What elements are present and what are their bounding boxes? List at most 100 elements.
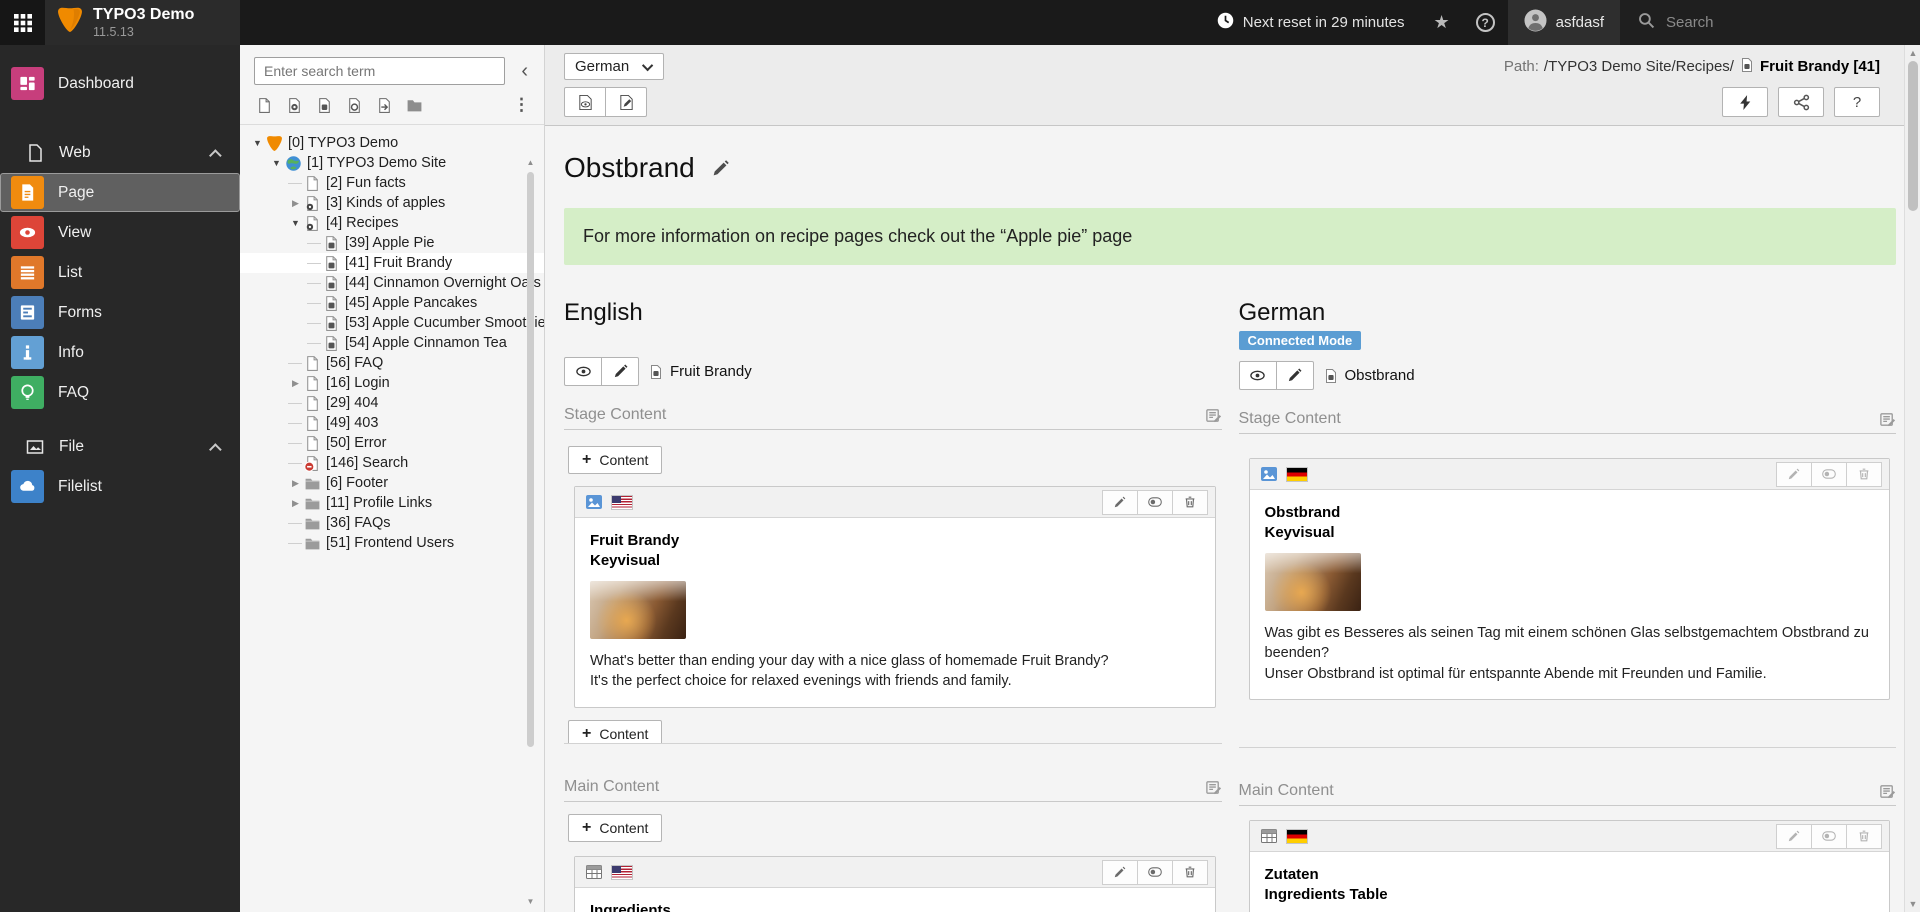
edit-page-german-button[interactable]	[1276, 361, 1314, 390]
tree-item[interactable]: [2] Fun facts	[240, 173, 544, 193]
tree-options-icon[interactable]: ⋮	[513, 95, 530, 115]
edit-content-button[interactable]	[1776, 824, 1812, 849]
tree-item[interactable]: [50] Error	[240, 433, 544, 453]
tree-item[interactable]: ▶[6] Footer	[240, 473, 544, 493]
caret-closed-icon[interactable]: ▶	[288, 378, 303, 389]
tree-item[interactable]: [54] Apple Cinnamon Tea	[240, 333, 544, 353]
sidebar-item-faq[interactable]: FAQ	[0, 373, 240, 412]
main-scrollbar-thumb[interactable]	[1908, 61, 1918, 211]
tree-item[interactable]: ▶[16] Login	[240, 373, 544, 393]
tree-item[interactable]: [39] Apple Pie	[240, 233, 544, 253]
tree-item[interactable]: ▶[11] Profile Links	[240, 493, 544, 513]
new-shortcut-page-button[interactable]	[286, 97, 303, 114]
toggle-visibility-button[interactable]	[1137, 860, 1173, 885]
scroll-up-icon[interactable]: ▲	[525, 158, 536, 167]
main-scrollbar[interactable]: ▲ ▼	[1904, 45, 1920, 912]
edit-page-english-button[interactable]	[601, 357, 639, 386]
delete-content-button[interactable]	[1846, 462, 1882, 487]
edit-content-button[interactable]	[1102, 490, 1138, 515]
content-element-stage-english[interactable]: Fruit Brandy Keyvisual What's better tha…	[574, 486, 1216, 708]
edit-section-records-icon[interactable]	[1205, 779, 1222, 796]
share-button[interactable]	[1778, 87, 1824, 117]
tree-item[interactable]: [41] Fruit Brandy	[240, 253, 544, 273]
new-folder-button[interactable]	[406, 97, 423, 114]
module-grid-icon[interactable]	[0, 0, 45, 45]
add-content-button[interactable]: +Content	[568, 446, 662, 474]
clear-cache-button[interactable]	[1722, 87, 1768, 117]
delete-content-button[interactable]	[1846, 824, 1882, 849]
sidebar-item-forms[interactable]: Forms	[0, 293, 240, 332]
view-page-english-button[interactable]	[564, 357, 602, 386]
edit-page-properties-button[interactable]	[605, 87, 647, 117]
tree-item[interactable]: [146] Search	[240, 453, 544, 473]
add-content-button[interactable]: +Content	[568, 814, 662, 842]
tree-item[interactable]: ▶[3] Kinds of apples	[240, 193, 544, 213]
global-search[interactable]: Search	[1620, 0, 1920, 45]
bookmark-star-icon[interactable]: ★	[1420, 0, 1462, 45]
chevron-up-icon	[209, 443, 222, 456]
tree-item[interactable]: ▼[1] TYPO3 Demo Site	[240, 153, 544, 173]
tree-scrollbar-thumb[interactable]	[527, 172, 534, 747]
language-select[interactable]: German	[564, 53, 664, 80]
new-mount-page-button[interactable]	[316, 97, 333, 114]
view-page-german-button[interactable]	[1239, 361, 1277, 390]
delete-content-button[interactable]	[1172, 860, 1208, 885]
help-icon[interactable]: ?	[1463, 0, 1508, 45]
sidebar-item-info[interactable]: Info	[0, 333, 240, 372]
collapse-tree-icon[interactable]: ‹	[515, 61, 534, 81]
sidebar-item-dashboard[interactable]: Dashboard	[0, 64, 240, 103]
tree-item-label: [51] Frontend Users	[326, 535, 454, 551]
edit-section-records-icon[interactable]	[1879, 411, 1896, 428]
caret-closed-icon[interactable]: ▶	[288, 478, 303, 489]
content-element-main-english[interactable]: Ingredients Ingredients Table Quantity P…	[574, 856, 1216, 912]
tree-item[interactable]: [53] Apple Cucumber Smoothie	[240, 313, 544, 333]
caret-closed-icon[interactable]: ▶	[288, 198, 303, 209]
scroll-down-icon[interactable]: ▼	[525, 897, 536, 906]
tree-item[interactable]: [45] Apple Pancakes	[240, 293, 544, 313]
caret-open-icon[interactable]: ▼	[269, 158, 284, 168]
sidebar-item-view[interactable]: View	[0, 213, 240, 252]
new-page-button[interactable]	[256, 97, 273, 114]
tree-item[interactable]: [29] 404	[240, 393, 544, 413]
tree-guide-line	[307, 323, 321, 324]
tree-item[interactable]: [49] 403	[240, 413, 544, 433]
app-logo-block[interactable]: TYPO3 Demo 11.5.13	[45, 0, 240, 45]
content-element-stage-german[interactable]: Obstbrand Keyvisual Was gibt es Besseres…	[1249, 458, 1891, 700]
sidebar-item-page[interactable]: Page	[0, 173, 240, 212]
content-element-main-german[interactable]: Zutaten Ingredients Table Menge Produkt …	[1249, 820, 1891, 912]
tree-item[interactable]: [44] Cinnamon Overnight Oats	[240, 273, 544, 293]
toggle-visibility-button[interactable]	[1137, 490, 1173, 515]
toggle-visibility-button[interactable]	[1811, 824, 1847, 849]
tree-item[interactable]: ▼[4] Recipes	[240, 213, 544, 233]
new-external-page-button[interactable]	[376, 97, 393, 114]
sidebar-item-list[interactable]: List	[0, 253, 240, 292]
caret-open-icon[interactable]: ▼	[288, 218, 303, 228]
edit-content-button[interactable]	[1102, 860, 1138, 885]
tree-item[interactable]: ▼[0] TYPO3 Demo	[240, 133, 544, 153]
sidebar-item-filelist[interactable]: Filelist	[0, 467, 240, 506]
folder-icon	[304, 475, 321, 492]
folder-icon	[304, 495, 321, 512]
view-webpage-button[interactable]	[564, 87, 606, 117]
tree-item[interactable]: [51] Frontend Users	[240, 533, 544, 553]
user-menu[interactable]: asfdasf	[1508, 0, 1620, 45]
edit-section-records-icon[interactable]	[1205, 407, 1222, 424]
scroll-up-icon[interactable]: ▲	[1905, 48, 1920, 58]
reference-help-button[interactable]: ?	[1834, 87, 1880, 117]
edit-content-button[interactable]	[1776, 462, 1812, 487]
toggle-visibility-button[interactable]	[1811, 462, 1847, 487]
tree-scrollbar[interactable]: ▲ ▼	[525, 158, 536, 906]
new-link-page-button[interactable]	[346, 97, 363, 114]
tree-item[interactable]: [36] FAQs	[240, 513, 544, 533]
tree-item[interactable]: [56] FAQ	[240, 353, 544, 373]
edit-title-pencil-icon[interactable]	[711, 159, 730, 178]
add-content-button[interactable]: +Content	[568, 720, 662, 743]
tree-search-input[interactable]	[254, 57, 505, 85]
module-section-web[interactable]: Web	[0, 134, 240, 172]
delete-content-button[interactable]	[1172, 490, 1208, 515]
edit-section-records-icon[interactable]	[1879, 783, 1896, 800]
caret-open-icon[interactable]: ▼	[250, 138, 265, 148]
module-section-file[interactable]: File	[0, 428, 240, 466]
scroll-down-icon[interactable]: ▼	[1905, 899, 1920, 909]
caret-closed-icon[interactable]: ▶	[288, 498, 303, 509]
